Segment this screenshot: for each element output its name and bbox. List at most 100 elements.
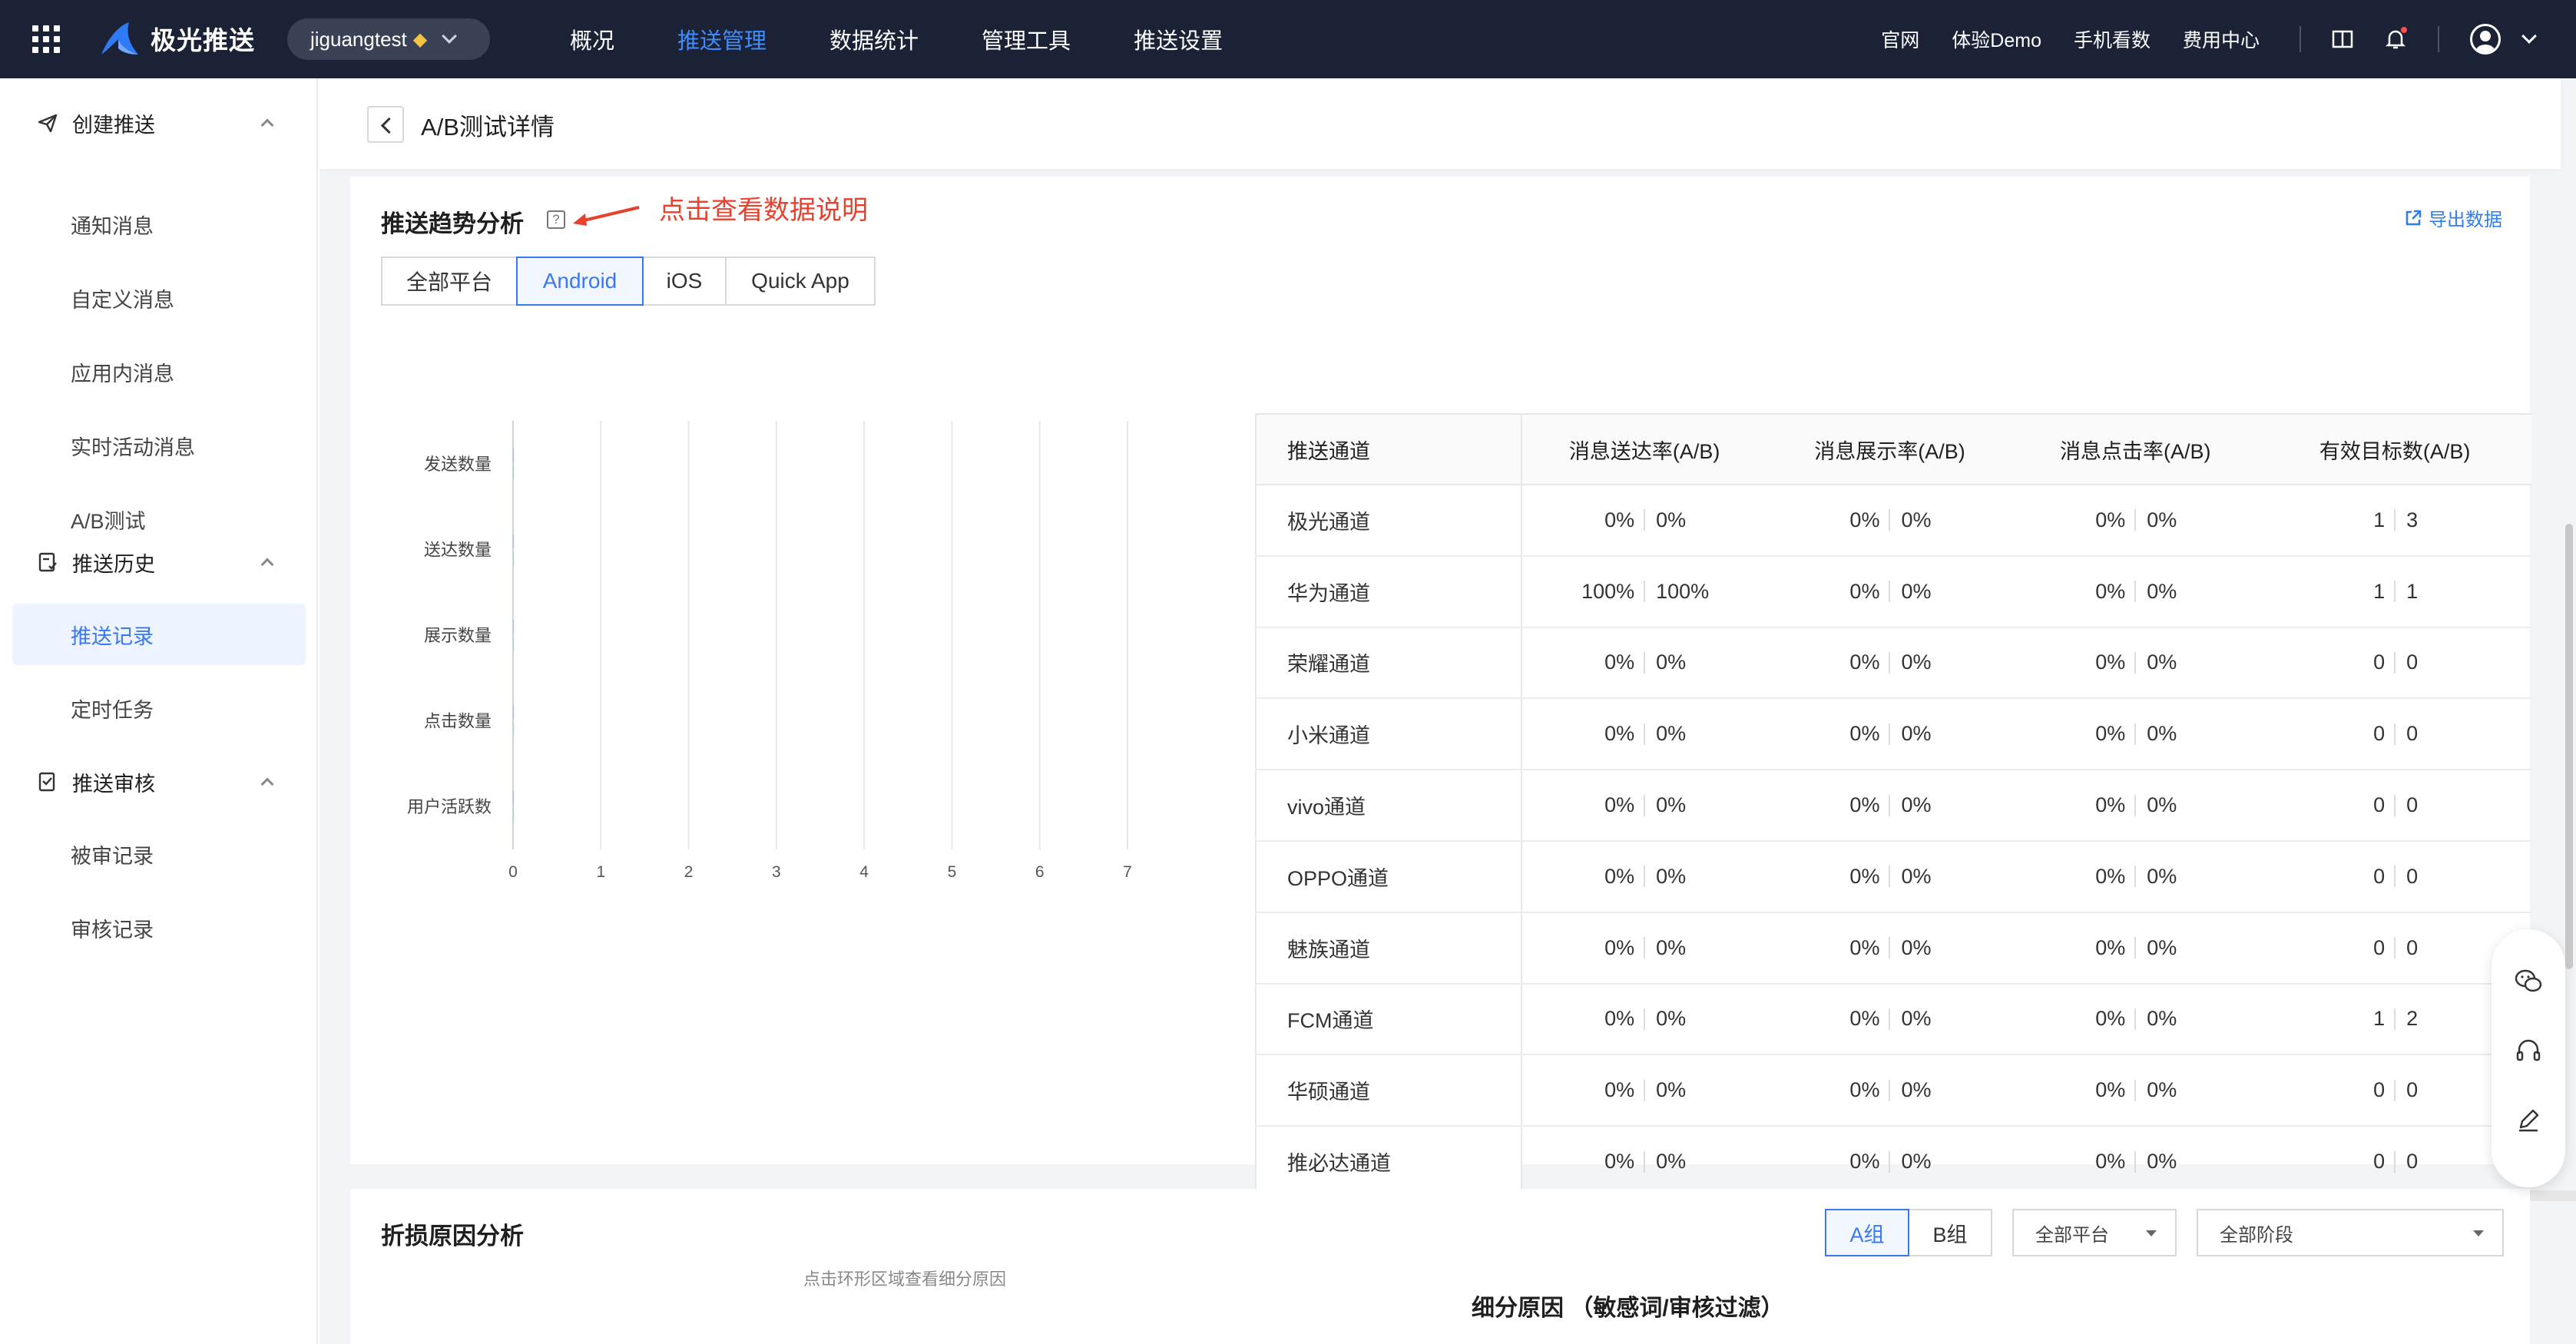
chevron-down-icon[interactable] <box>2521 28 2537 44</box>
sidebar-section-create-push[interactable]: 创建推送 <box>0 100 318 146</box>
stage-select[interactable]: 全部阶段 <box>2197 1209 2504 1256</box>
cell-targets: 12 <box>2258 983 2531 1056</box>
back-button[interactable] <box>367 106 404 143</box>
tab-group-b[interactable]: B组 <box>1908 1209 1992 1256</box>
push-trend-card: 推送趋势分析 ? 点击查看数据说明 导出数据 全部平台 Android iOS … <box>350 177 2576 1201</box>
export-icon <box>2405 210 2422 225</box>
nav-item-1[interactable]: 推送管理 <box>677 23 767 55</box>
value-group-a: 0% <box>1849 793 1880 817</box>
value-group-a: 0% <box>2095 579 2126 603</box>
cell-click: 0% 0% <box>2012 1126 2259 1198</box>
value-group-b: 0 <box>2406 1150 2419 1174</box>
cell-channel: 小米通道 <box>1255 698 1522 771</box>
tab-android[interactable]: Android <box>516 257 644 306</box>
table-row: 华为通道 100% 100% 0% 0% 0% 0% 1 1 <box>1255 555 2531 628</box>
value-group-a: 0% <box>1849 722 1880 746</box>
value-group-a: 0% <box>1849 650 1880 674</box>
value-group-b: 0% <box>1656 1078 1687 1102</box>
value-group-b: 0 <box>2406 864 2419 888</box>
sidebar-section-push-history[interactable]: 推送历史 <box>0 539 318 585</box>
link-official-site[interactable]: 官网 <box>1881 25 1919 53</box>
sidebar-item-live-activity[interactable]: 实时活动消息 <box>12 415 306 476</box>
cell-display: 0% 0% <box>1766 1126 2013 1198</box>
donut-hint: 点击环形区域查看细分原因 <box>803 1270 1007 1289</box>
value-group-b: 0% <box>1901 793 1932 817</box>
value-group-b: 1 <box>2406 579 2419 603</box>
cell-targets: 00 <box>2258 1054 2531 1127</box>
value-group-a: 0 <box>2373 864 2386 888</box>
user-avatar-icon[interactable] <box>2470 24 2501 55</box>
tab-all-platforms[interactable]: 全部平台 <box>381 257 518 306</box>
link-demo[interactable]: 体验Demo <box>1952 25 2041 53</box>
value-group-a: 0% <box>2095 935 2126 959</box>
platform-select-value: 全部平台 <box>2035 1224 2109 1246</box>
cell-click: 0% 0% <box>2012 912 2259 985</box>
value-group-a: 0% <box>1604 793 1635 817</box>
value-group-b: 0 <box>2406 793 2419 817</box>
notification-dot <box>2401 27 2407 33</box>
page-vertical-scrollbar[interactable] <box>2564 170 2574 1000</box>
nav-item-3[interactable]: 管理工具 <box>982 23 1071 55</box>
tab-quick-app[interactable]: Quick App <box>725 257 876 306</box>
nav-item-4[interactable]: 推送设置 <box>1134 23 1223 55</box>
link-mobile-stats[interactable]: 手机看数 <box>2074 25 2151 53</box>
cell-targets: 00 <box>2258 1126 2531 1198</box>
cell-targets: 00 <box>2258 770 2531 842</box>
table-row: 魅族通道 0% 0% 0% 0% 0% 0% 0 0 <box>1255 912 2531 985</box>
brand-logo[interactable]: 极光推送 <box>98 20 255 57</box>
edit-icon[interactable] <box>2513 1104 2544 1135</box>
category-label: 送达数量 <box>424 540 492 559</box>
value-group-b: 3 <box>2406 508 2419 531</box>
sidebar-item-push-records[interactable]: 推送记录 <box>12 604 306 665</box>
sidebar-section-push-audit[interactable]: 推送审核 <box>0 759 318 805</box>
table-row: 推必达通道 0% 0% 0% 0% 0% 0% 0 0 <box>1255 1126 2531 1198</box>
cell-targets: 11 <box>2258 555 2531 628</box>
help-icon[interactable]: ? <box>547 210 565 229</box>
sidebar-item-in-app-message[interactable]: 应用内消息 <box>12 341 306 402</box>
book-icon[interactable] <box>2332 29 2353 49</box>
export-data-button[interactable]: 导出数据 <box>2404 204 2502 231</box>
value-group-b: 0% <box>2147 1007 2177 1031</box>
headset-icon[interactable] <box>2513 1035 2544 1066</box>
nav-item-0[interactable]: 概况 <box>570 23 614 55</box>
sidebar-item-audited-records[interactable]: 被审记录 <box>12 823 306 885</box>
platform-select[interactable]: 全部平台 <box>2012 1209 2177 1256</box>
cell-channel: 荣耀通道 <box>1255 627 1522 700</box>
x-tick-label: 6 <box>1035 863 1045 881</box>
chevron-down-icon <box>442 28 458 44</box>
cell-channel: 华硕通道 <box>1255 1054 1522 1127</box>
divider <box>2300 26 2301 52</box>
value-group-a: 0% <box>1849 1007 1880 1031</box>
account-name: jiguangtest <box>310 27 407 51</box>
sidebar-item-custom-message[interactable]: 自定义消息 <box>12 267 306 329</box>
cell-click: 0% 0% <box>2012 555 2259 628</box>
value-group-a: 0% <box>2095 1150 2126 1174</box>
bar-group-a <box>513 534 514 548</box>
annotation-text: 点击查看数据说明 <box>659 196 868 225</box>
sidebar-item-scheduled-tasks[interactable]: 定时任务 <box>12 677 306 739</box>
value-group-b: 0% <box>2147 1078 2177 1102</box>
cell-delivery: 0% 0% <box>1521 627 1767 700</box>
x-tick-label: 1 <box>596 863 605 881</box>
group-toggle: A组 B组 <box>1825 1209 1992 1256</box>
sidebar-item-notification[interactable]: 通知消息 <box>12 194 306 255</box>
tab-group-a[interactable]: A组 <box>1825 1209 1909 1256</box>
link-billing[interactable]: 费用中心 <box>2183 25 2260 53</box>
bell-icon[interactable] <box>2385 27 2407 50</box>
apps-grid-icon[interactable] <box>32 25 60 53</box>
account-switcher[interactable]: jiguangtest ◆ <box>287 18 490 60</box>
tab-ios[interactable]: iOS <box>642 257 727 306</box>
value-group-a: 0% <box>2095 793 2126 817</box>
nav-item-2[interactable]: 数据统计 <box>829 23 919 55</box>
value-group-b: 0% <box>1656 1007 1687 1031</box>
scrollbar-thumb[interactable] <box>2565 524 2573 969</box>
x-tick-label: 3 <box>772 863 781 881</box>
bar-group-b <box>513 808 514 823</box>
page-title: A/B测试详情 <box>421 114 555 141</box>
cell-click: 0% 0% <box>2012 698 2259 771</box>
chevron-up-icon <box>260 558 274 571</box>
sidebar-item-review-records[interactable]: 审核记录 <box>12 897 306 958</box>
value-group-b: 0% <box>2147 508 2177 531</box>
col-header-display: 消息展示率(A/B) <box>1766 413 2013 485</box>
wechat-icon[interactable] <box>2513 966 2544 997</box>
